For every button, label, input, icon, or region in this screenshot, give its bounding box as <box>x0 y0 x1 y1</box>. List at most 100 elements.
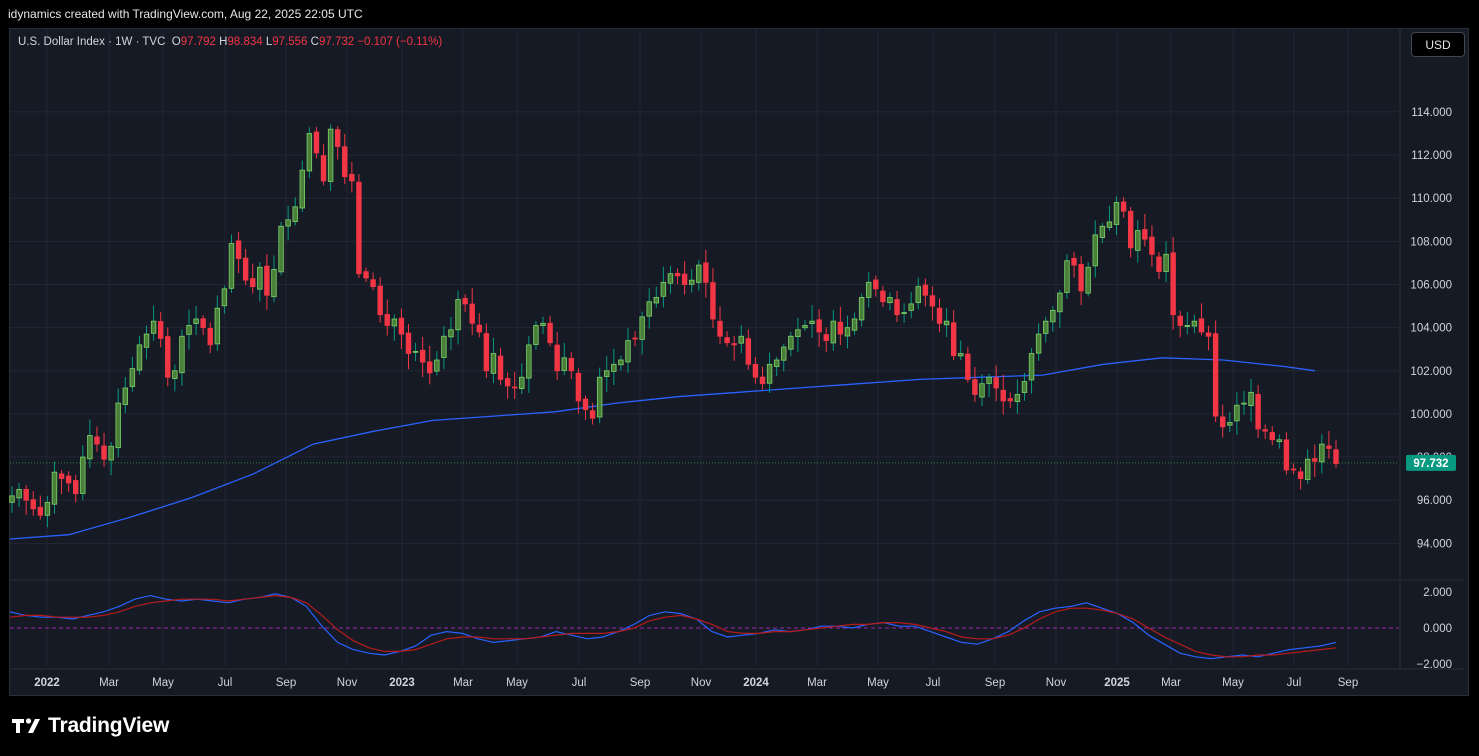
candle <box>427 345 433 385</box>
candle <box>1057 289 1063 328</box>
candle-body <box>462 297 468 305</box>
candle <box>526 336 532 393</box>
candle <box>1156 251 1162 279</box>
candle-body <box>958 353 964 357</box>
candle-body <box>1064 260 1070 293</box>
candle-body <box>922 284 929 296</box>
candle-body <box>228 243 235 289</box>
candle <box>519 363 525 395</box>
price-tick-label: 104.000 <box>1410 323 1452 335</box>
candle-body <box>625 340 631 363</box>
candle <box>108 441 114 476</box>
candle <box>504 372 511 399</box>
candle-body <box>639 316 645 340</box>
candle-body <box>207 327 213 346</box>
price-tick-label: 106.000 <box>1410 279 1452 291</box>
price-chart[interactable]: 114.000 112.000 110.000 108.000 106.000 104.0… <box>0 0 1479 756</box>
close-value: 97.732 <box>318 36 355 48</box>
candle <box>943 307 950 338</box>
moving-average-line <box>9 357 1316 540</box>
time-tick-label: 2023 <box>389 677 415 689</box>
candle-body <box>356 181 362 275</box>
oscillator-tick-label: 0.000 <box>1423 623 1452 635</box>
symbol-title[interactable]: U.S. Dollar Index · 1W · TVC <box>18 36 165 48</box>
candle <box>901 303 907 323</box>
candle-body <box>1312 458 1318 462</box>
candle-body <box>823 334 829 341</box>
candle <box>575 368 582 414</box>
oscillator-pane: 2.000 0.000 −2.000 <box>9 587 1452 671</box>
candle <box>604 356 610 393</box>
candle-body <box>710 282 716 320</box>
candle-body <box>851 318 858 331</box>
candle <box>1198 303 1205 336</box>
candle <box>441 325 447 370</box>
moving-average-layer <box>9 357 1316 540</box>
candle-body <box>1241 402 1247 405</box>
candle-body <box>1028 353 1035 381</box>
candle <box>1127 206 1134 258</box>
candle-body <box>738 335 744 344</box>
candle-body <box>965 353 971 380</box>
candle <box>582 395 589 420</box>
time-tick-label: Mar <box>807 677 827 689</box>
time-tick-label: Mar <box>1161 677 1181 689</box>
candle-body <box>568 357 575 372</box>
candle <box>653 286 659 308</box>
candle <box>703 249 709 298</box>
candle-body <box>1050 309 1056 323</box>
candle <box>165 327 171 387</box>
candle <box>773 356 780 377</box>
candle <box>611 348 617 386</box>
candle <box>242 248 249 286</box>
candle-body <box>689 279 695 285</box>
low-value: 97.556 <box>272 36 308 48</box>
candle <box>986 373 992 397</box>
candle-body <box>87 435 93 460</box>
candle-body <box>766 363 773 384</box>
candle-body <box>950 322 957 357</box>
candle <box>795 317 801 353</box>
candle-body <box>653 297 659 304</box>
currency-button[interactable]: USD <box>1411 32 1465 57</box>
candle-body <box>257 266 263 290</box>
candle-body <box>441 335 447 358</box>
candle <box>717 306 723 344</box>
time-tick-label: Nov <box>1046 677 1067 689</box>
candle-body <box>434 359 440 372</box>
candle-body <box>646 301 652 317</box>
candle-body <box>136 344 143 371</box>
candle-body <box>561 357 567 371</box>
candle-body <box>327 128 334 182</box>
candle-body <box>419 349 426 363</box>
candle <box>1149 225 1155 267</box>
candle-body <box>745 338 752 365</box>
candle <box>554 332 560 380</box>
candle <box>228 234 235 293</box>
tradingview-logo-icon <box>12 718 40 733</box>
candle-body <box>873 279 879 290</box>
candle-body <box>377 285 383 316</box>
candle <box>405 323 412 370</box>
candle-body <box>271 268 277 298</box>
time-tick-label: 2025 <box>1104 677 1130 689</box>
candle <box>1071 251 1077 278</box>
time-tick-label: May <box>506 677 528 689</box>
candle-body <box>986 376 992 384</box>
candle <box>271 255 277 303</box>
candle <box>561 342 567 376</box>
time-tick-label: Mar <box>453 677 473 689</box>
candle-body <box>214 307 221 345</box>
candle <box>710 268 716 328</box>
candle <box>179 329 185 386</box>
candle-body <box>455 299 461 331</box>
candle-body <box>1149 236 1155 255</box>
candle-body <box>1057 292 1063 313</box>
candle-body <box>1085 266 1091 294</box>
candle <box>844 315 851 349</box>
candle-body <box>65 475 72 484</box>
candle-body <box>1014 394 1021 402</box>
candle <box>674 268 681 285</box>
candle <box>1269 426 1275 446</box>
candle <box>660 266 667 308</box>
